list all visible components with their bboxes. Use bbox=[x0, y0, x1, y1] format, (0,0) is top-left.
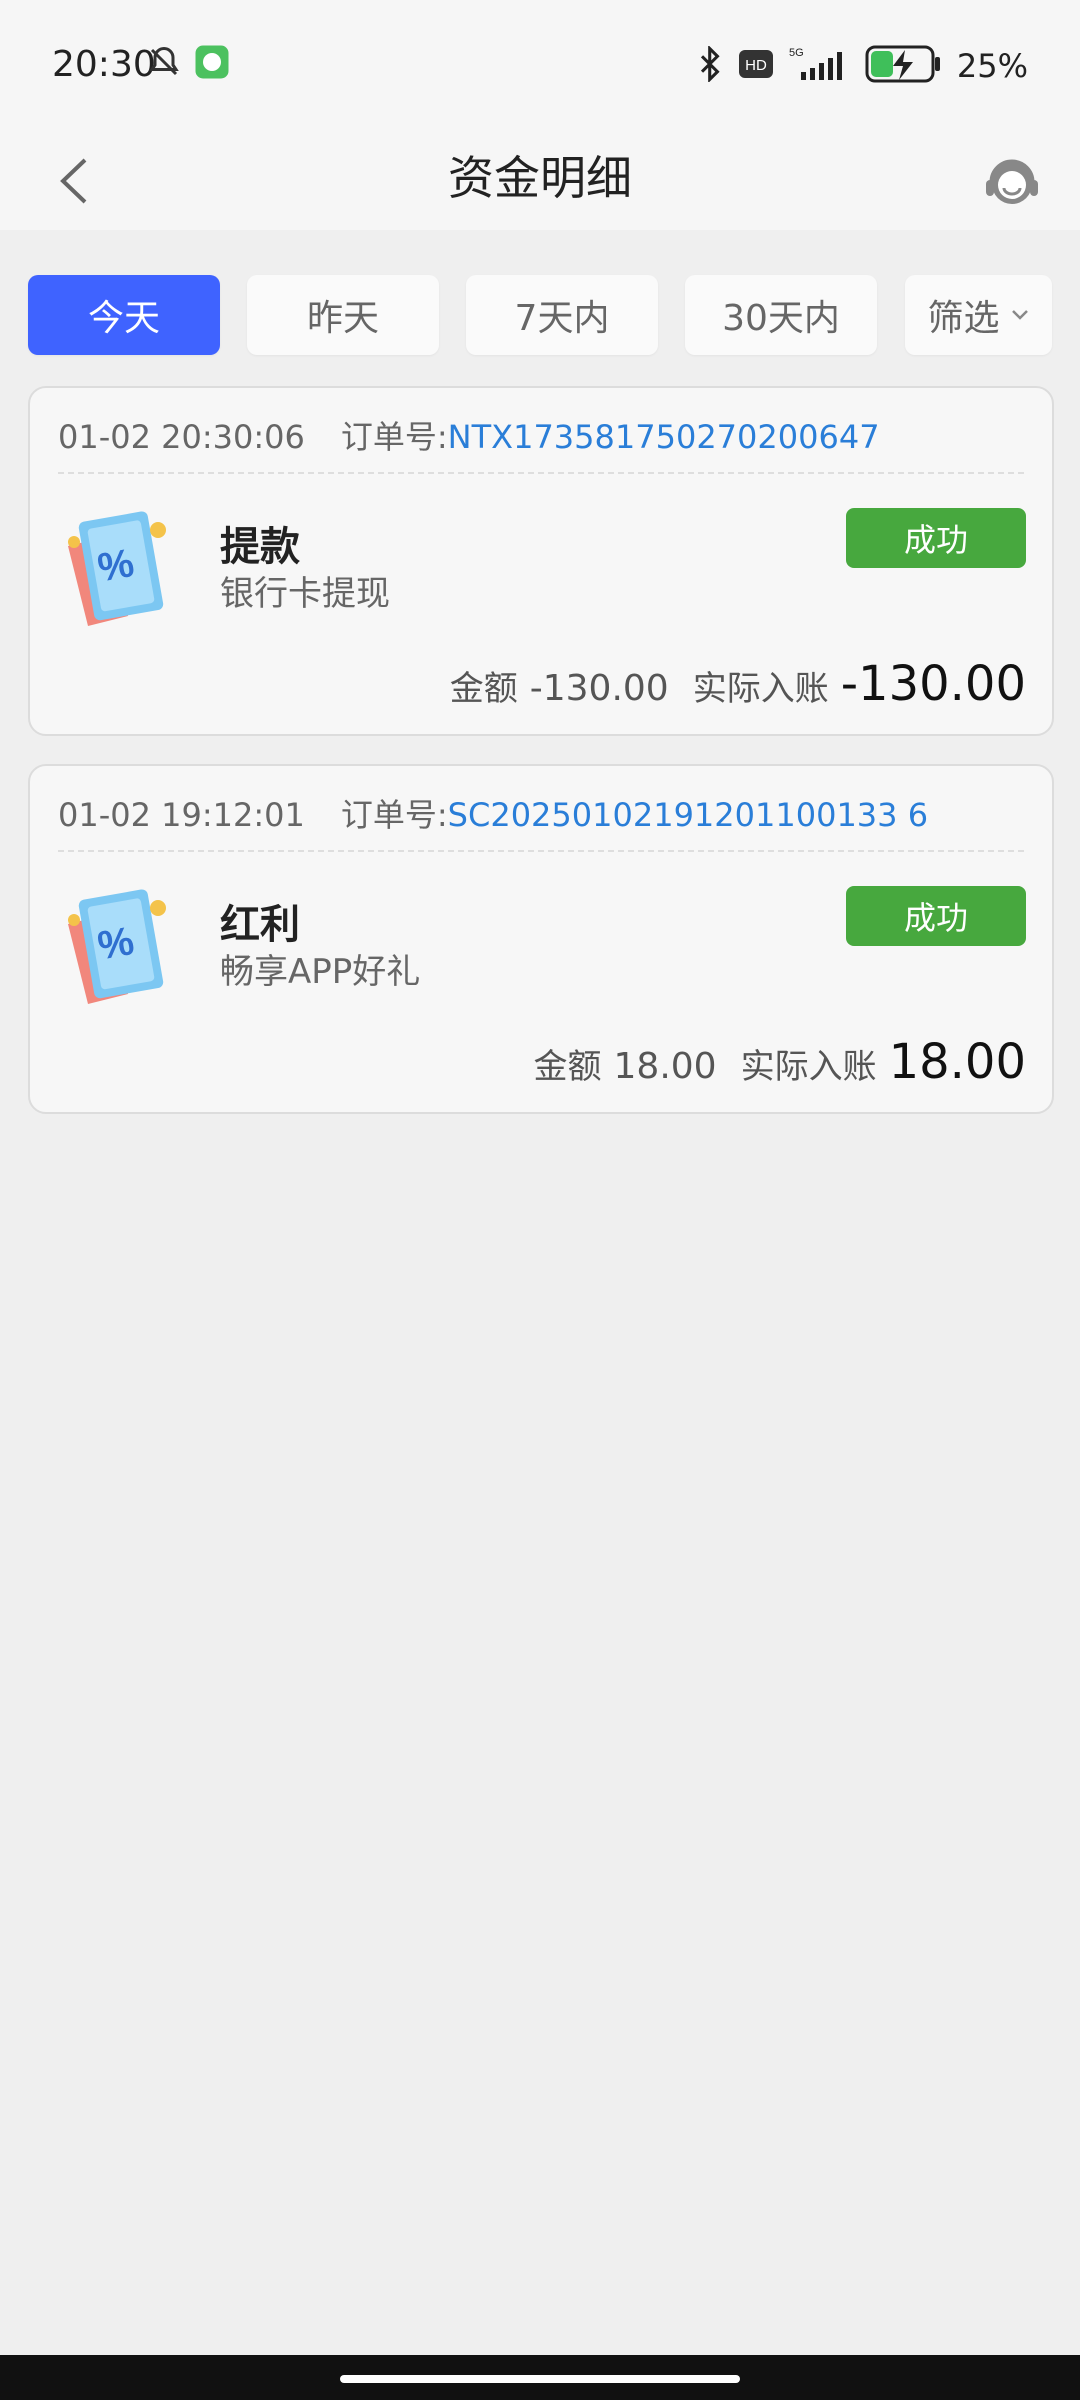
status-badge: 成功 bbox=[846, 508, 1026, 568]
battery-percentage: 25% bbox=[956, 47, 1028, 85]
status-badge: 成功 bbox=[846, 886, 1026, 946]
app-header: 资金明细 bbox=[0, 130, 1080, 230]
transaction-header: 01-02 20:30:06 订单号:NTX173581750270200647 bbox=[58, 412, 880, 458]
actual-amount-value: 18.00 bbox=[888, 1034, 1026, 1090]
actual-amount-value: -130.00 bbox=[840, 656, 1026, 712]
filter-7-days[interactable]: 7天内 bbox=[466, 275, 658, 355]
amount-label: 金额 bbox=[533, 1047, 602, 1087]
hd-icon: HD bbox=[738, 50, 773, 82]
home-indicator[interactable] bbox=[340, 2375, 740, 2383]
transaction-header: 01-02 19:12:01 订单号:SC20250102191201100133… bbox=[58, 790, 928, 836]
chevron-down-icon bbox=[1011, 310, 1028, 320]
app-notification-icon bbox=[194, 44, 230, 84]
transaction-card[interactable]: 01-02 20:30:06 订单号:NTX173581750270200647 … bbox=[28, 386, 1054, 736]
transaction-type: 红利 bbox=[220, 902, 300, 948]
bluetooth-icon bbox=[697, 44, 725, 86]
coupon-icon: % bbox=[60, 884, 180, 1014]
order-number[interactable]: SC20250102191201100133 6 bbox=[448, 796, 928, 834]
page-title: 资金明细 bbox=[448, 151, 632, 205]
svg-text:%: % bbox=[95, 919, 138, 969]
svg-text:5G: 5G bbox=[789, 47, 804, 59]
filter-yesterday[interactable]: 昨天 bbox=[247, 275, 439, 355]
amount-label: 金额 bbox=[449, 669, 518, 709]
battery-charging-icon bbox=[865, 44, 943, 88]
transaction-description: 银行卡提现 bbox=[220, 574, 390, 614]
amount-row: 金额 -130.00 实际入账 -130.00 bbox=[450, 656, 1026, 712]
divider bbox=[58, 472, 1024, 474]
order-number[interactable]: NTX173581750270200647 bbox=[448, 418, 880, 456]
transaction-time: 01-02 20:30:06 bbox=[58, 418, 305, 456]
svg-text:HD: HD bbox=[745, 57, 767, 74]
signal-icon: 5G bbox=[787, 46, 851, 86]
transaction-type: 提款 bbox=[220, 524, 300, 570]
actual-amount-label: 实际入账 bbox=[740, 1047, 877, 1087]
status-time: 20:30 bbox=[52, 44, 156, 85]
transaction-description: 畅享APP好礼 bbox=[220, 952, 421, 992]
coupon-icon: % bbox=[60, 506, 180, 636]
divider bbox=[58, 850, 1024, 852]
headset-icon bbox=[986, 159, 1038, 204]
order-label: 订单号: bbox=[340, 418, 448, 456]
customer-service-button[interactable] bbox=[972, 142, 1052, 222]
amount-row: 金额 18.00 实际入账 18.00 bbox=[534, 1034, 1026, 1090]
filter-today[interactable]: 今天 bbox=[28, 275, 220, 355]
filter-dropdown-label: 筛选 bbox=[927, 298, 1000, 339]
filter-dropdown[interactable]: 筛选 bbox=[905, 275, 1052, 355]
amount-value: 18.00 bbox=[613, 1046, 717, 1087]
svg-text:%: % bbox=[95, 541, 138, 591]
order-label: 订单号: bbox=[340, 796, 448, 834]
transaction-card[interactable]: 01-02 19:12:01 订单号:SC20250102191201100133… bbox=[28, 764, 1054, 1114]
bell-muted-icon bbox=[146, 44, 182, 84]
amount-value: -130.00 bbox=[529, 668, 669, 709]
status-bar: 20:30 HD 5G 25% bbox=[0, 0, 1080, 130]
actual-amount-label: 实际入账 bbox=[692, 669, 829, 709]
filter-30-days[interactable]: 30天内 bbox=[685, 275, 877, 355]
date-filter-bar: 今天 昨天 7天内 30天内 筛选 bbox=[28, 275, 1052, 355]
transaction-time: 01-02 19:12:01 bbox=[58, 796, 305, 834]
